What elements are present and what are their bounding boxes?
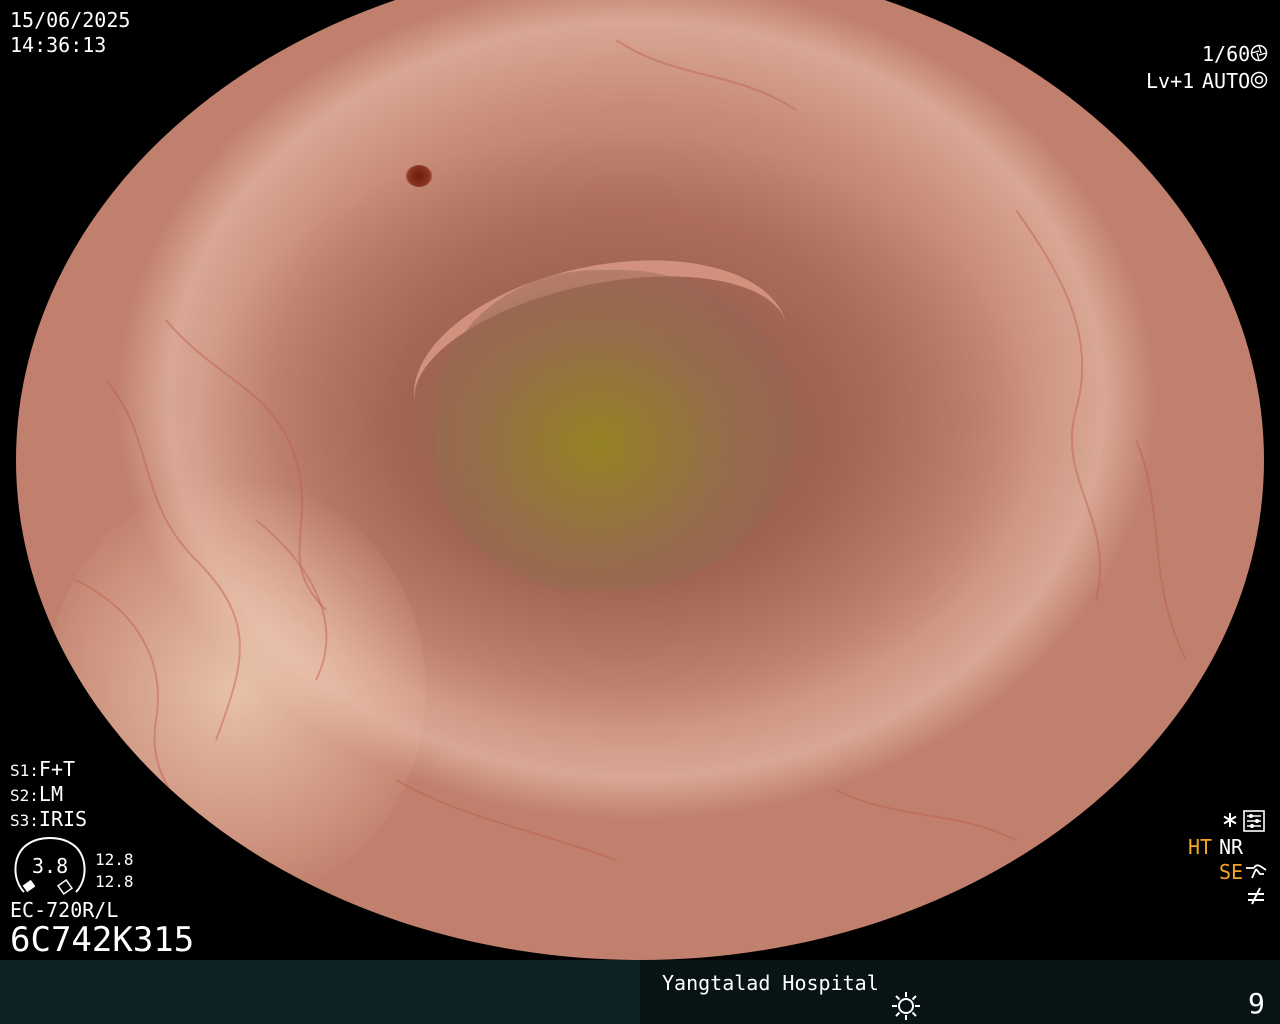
brightness-icon [890,990,922,1022]
se-flag: SE [1219,860,1244,884]
gauge-display: 3.8 [10,836,90,900]
status-bar-right: Yangtalad Hospital 9 [640,960,1280,1024]
page-number: 9 [1248,987,1265,1020]
aperture-icon [1250,44,1268,62]
enhance-icon [1244,862,1268,882]
settings-icon [1243,810,1265,832]
status-bar: Yangtalad Hospital 9 [0,960,1280,1024]
red-spot [406,165,432,187]
level-label: Lv+1 [1146,69,1195,93]
iris-icon [1250,71,1268,89]
setting-key: S2: [10,786,39,805]
setting-key: S1: [10,761,39,780]
date-label: 15/06/2025 [10,8,131,32]
nr-flag: NR [1219,835,1244,859]
time-label: 14:36:13 [10,33,107,57]
serial-number: 6C742K315 [10,920,195,960]
mode-label: AUTO [1202,69,1251,93]
asterisk-icon [1222,812,1238,828]
endoscopic-view [16,0,1264,960]
shutter-label: 1/60 [1202,42,1251,66]
setting-s1: S1:F+T [10,757,75,781]
ht-flag: HT [1188,835,1213,859]
scope-model: EC-720R/L [10,898,119,922]
hospital-name: Yangtalad Hospital [662,971,879,995]
gauge-top-value: 12.8 [95,850,134,869]
setting-value: IRIS [38,807,88,831]
setting-s2: S2:LM [10,782,63,806]
setting-s3: S3:IRIS [10,807,87,831]
setting-value: LM [38,782,63,806]
gauge-value: 3.8 [32,854,69,878]
gauge-bottom-value: 12.8 [95,872,134,891]
setting-key: S3: [10,811,39,830]
setting-value: F+T [38,757,76,781]
not-equal-icon [1246,886,1266,906]
status-bar-left [0,960,640,1024]
